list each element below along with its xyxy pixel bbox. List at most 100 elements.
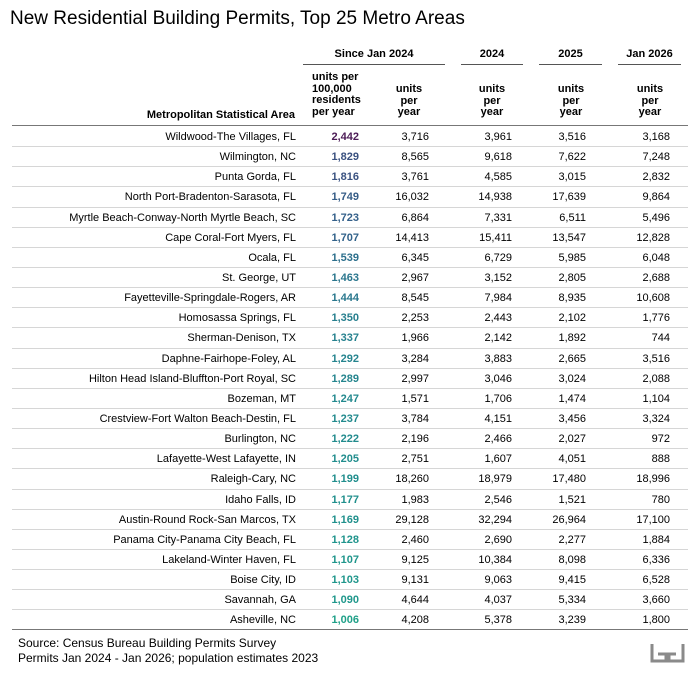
units-since-jan-2024: 6,345 [401, 251, 429, 264]
table-top-rule [12, 125, 688, 126]
units-2024: 7,984 [484, 292, 512, 305]
rate-value: 1,350 [331, 312, 359, 325]
table-row: St. George, UT 1,463 2,967 3,152 2,805 2,688 [12, 268, 688, 289]
table-row: Cape Coral-Fort Myers, FL 1,707 14,413 15,4… [12, 228, 688, 248]
group-header-2025: 2025 [558, 48, 583, 60]
table-row: Bozeman, MT 1,247 1,571 1,706 1,474 1,104 [12, 389, 688, 409]
metro-name: Ocala, FL [248, 251, 296, 264]
units-jan-2026: 780 [651, 493, 670, 506]
units-2025: 9,415 [558, 574, 586, 587]
rate-value: 1,237 [331, 412, 359, 425]
units-2025: 2,277 [558, 533, 586, 546]
units-2025: 1,474 [558, 392, 586, 405]
rate-value: 1,749 [331, 191, 359, 204]
units-jan-2026: 1,800 [642, 614, 670, 627]
rate-value: 1,107 [331, 553, 359, 566]
rate-value: 1,292 [331, 352, 359, 365]
units-since-jan-2024: 2,253 [401, 312, 429, 325]
units-jan-2026: 1,104 [642, 392, 670, 405]
units-since-jan-2024: 2,967 [401, 271, 429, 284]
rate-value: 1,199 [331, 473, 359, 486]
metro-name: Austin-Round Rock-San Marcos, TX [118, 513, 296, 526]
units-jan-2026: 3,660 [642, 594, 670, 607]
units-jan-2026: 1,776 [642, 312, 670, 325]
units-since-jan-2024: 1,571 [401, 392, 429, 405]
metro-name: Boise City, ID [230, 574, 296, 587]
units-2025: 7,622 [558, 151, 586, 164]
rate-value: 1,006 [331, 614, 359, 627]
table-row: Myrtle Beach-Conway-North Myrtle Beach, … [12, 208, 688, 228]
units-2024: 9,063 [484, 574, 512, 587]
metro-name: Raleigh-Cary, NC [210, 473, 296, 486]
units-2024: 5,378 [484, 614, 512, 627]
units-since-jan-2024: 2,196 [401, 433, 429, 446]
rate-value: 1,222 [331, 433, 359, 446]
units-since-jan-2024: 1,966 [401, 332, 429, 345]
units-jan-2026: 6,528 [642, 574, 670, 587]
units-2025: 2,027 [558, 433, 586, 446]
units-2024: 3,046 [484, 372, 512, 385]
subheader-units-since: units per year [395, 83, 423, 118]
source-note: Source: Census Bureau Building Permits S… [18, 636, 318, 666]
units-2024: 7,331 [484, 211, 512, 224]
rate-value: 1,289 [331, 372, 359, 385]
units-jan-2026: 12,828 [636, 231, 670, 244]
page-title: New Residential Building Permits, Top 25… [10, 8, 465, 29]
metro-name: Crestview-Fort Walton Beach-Destin, FL [99, 412, 296, 425]
metro-name: Sherman-Denison, TX [187, 332, 296, 345]
units-2024: 1,607 [484, 453, 512, 466]
table-row: Homosassa Springs, FL 1,350 2,253 2,443 2,10… [12, 308, 688, 329]
units-jan-2026: 2,688 [642, 271, 670, 284]
units-since-jan-2024: 3,716 [401, 131, 429, 143]
units-2025: 3,456 [558, 412, 586, 425]
metro-name: Panama City-Panama City Beach, FL [113, 533, 296, 546]
metro-name: Wildwood-The Villages, FL [165, 131, 296, 143]
units-2024: 2,690 [484, 533, 512, 546]
metro-name: Homosassa Springs, FL [178, 312, 296, 325]
rate-value: 1,829 [331, 151, 359, 164]
units-2025: 3,239 [558, 614, 586, 627]
source-line: Source: Census Bureau Building Permits S… [18, 636, 277, 650]
table-row: Hilton Head Island-Bluffton-Port Royal, … [12, 369, 688, 389]
metro-name: Lafayette-West Lafayette, IN [156, 453, 296, 466]
table-row: Ocala, FL 1,539 6,345 6,729 5,985 6,048 [12, 248, 688, 268]
units-since-jan-2024: 1,983 [401, 493, 429, 506]
units-since-jan-2024: 9,131 [401, 574, 429, 587]
rate-value: 1,205 [331, 453, 359, 466]
table-row: Boise City, ID 1,103 9,131 9,063 9,415 6,528 [12, 570, 688, 591]
units-jan-2026: 9,864 [642, 191, 670, 204]
metro-name: Savannah, GA [224, 594, 296, 607]
subheader-rate: units per 100,000 residents per year [312, 71, 361, 118]
units-jan-2026: 5,496 [642, 211, 670, 224]
group-rule-since [303, 64, 445, 65]
units-jan-2026: 3,324 [642, 412, 670, 425]
rate-value: 1,707 [331, 231, 359, 244]
group-header-since: Since Jan 2024 [334, 48, 414, 60]
table-row: Idaho Falls, ID 1,177 1,983 2,546 1,521 780 [12, 490, 688, 510]
units-since-jan-2024: 3,284 [401, 352, 429, 365]
units-jan-2026: 7,248 [642, 151, 670, 164]
table-row: Sherman-Denison, TX 1,337 1,966 2,142 1,892 7… [12, 328, 688, 349]
units-2025: 13,547 [552, 231, 586, 244]
units-2025: 2,665 [558, 352, 586, 365]
table-row: Lafayette-West Lafayette, IN 1,205 2,751 1,… [12, 449, 688, 470]
units-2025: 1,892 [558, 332, 586, 345]
units-jan-2026: 6,336 [642, 553, 670, 566]
metro-name: Asheville, NC [229, 614, 296, 627]
rate-value: 1,723 [331, 211, 359, 224]
table-row: Savannah, GA 1,090 4,644 4,037 5,334 3,660 [12, 590, 688, 611]
subheader-units-2024: units per year [478, 83, 506, 118]
units-since-jan-2024: 8,545 [401, 292, 429, 305]
rate-value: 2,442 [331, 131, 359, 143]
units-since-jan-2024: 9,125 [401, 553, 429, 566]
units-since-jan-2024: 14,413 [395, 231, 429, 244]
group-rule-2024 [461, 64, 523, 65]
units-2024: 2,546 [484, 493, 512, 506]
units-2024: 15,411 [479, 231, 512, 244]
metro-name: Cape Coral-Fort Myers, FL [165, 231, 296, 244]
metro-name: Burlington, NC [224, 433, 296, 446]
metro-name: St. George, UT [222, 271, 296, 284]
rate-value: 1,444 [331, 292, 359, 305]
units-2024: 9,618 [484, 151, 512, 164]
table-row: Wildwood-The Villages, FL 2,442 3,716 3,961… [12, 127, 688, 148]
